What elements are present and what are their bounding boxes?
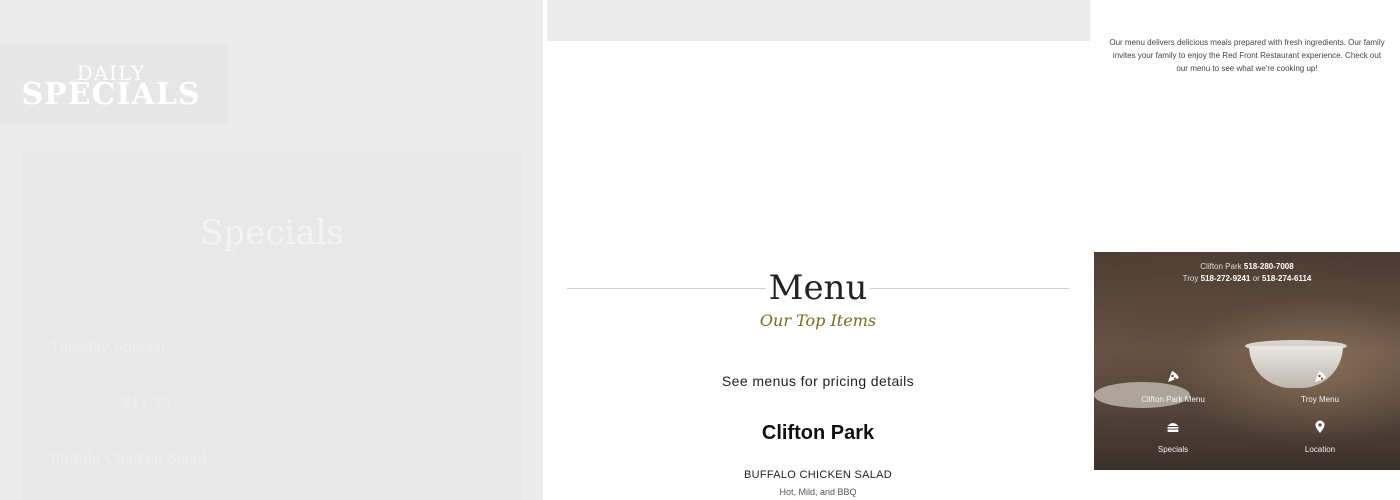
menu-heading: Menu [768, 268, 868, 308]
menu-heading-block: Menu [567, 266, 1069, 310]
clifton-park-menu-link[interactable]: Clifton Park Menu [1098, 370, 1248, 407]
pizza-slice-icon [1168, 371, 1179, 382]
clifton-phone-link[interactable]: 518-280-7008 [1244, 262, 1294, 271]
pizza-slice-icon [1315, 371, 1326, 382]
nav-tile-label: Specials [1157, 445, 1189, 454]
troy-phone-line: Troy 518-272-9241 or 518-274-6114 [1094, 274, 1400, 283]
nav-tile-label: Location [1304, 445, 1336, 454]
or-text: or [1252, 274, 1260, 283]
troy-phone-link-1[interactable]: 518-272-9241 [1201, 274, 1251, 283]
specials-card-title: Specials [200, 213, 344, 253]
troy-phone-link-2[interactable]: 518-274-6114 [1262, 274, 1311, 283]
specials-item-price: $11.95 [122, 395, 171, 411]
specials-item-name: Buffalo Chicken Salad [50, 451, 207, 467]
logo-specials-text: SPECIALS [21, 77, 201, 112]
intro-paragraph: Our menu delivers delicious meals prepar… [1109, 38, 1385, 73]
map-pin-icon [1315, 420, 1325, 433]
daily-specials-column: DAILY SPECIALS Specials Tuesday Special … [0, 0, 543, 500]
troy-menu-link[interactable]: Troy Menu [1245, 370, 1395, 407]
nav-tile-label: Troy Menu [1301, 395, 1339, 404]
location-title: Clifton Park [761, 422, 875, 444]
specials-link[interactable]: Specials [1098, 420, 1248, 457]
nav-tile-label: Clifton Park Menu [1141, 395, 1205, 404]
burger-icon [1167, 423, 1179, 432]
troy-label: Troy [1182, 274, 1199, 283]
location-link[interactable]: Location [1245, 420, 1395, 457]
menu-item-name: BUFFALO CHICKEN SALAD [743, 469, 893, 481]
menu-item-description: Hot, Mild, and BBQ [779, 487, 857, 497]
specials-item-name: Tuesday Special [50, 339, 166, 355]
menu-subheading: Our Top Items [759, 311, 877, 330]
clifton-phone-line: Clifton Park 518-280-7008 [1094, 262, 1400, 271]
clifton-label: Clifton Park [1200, 262, 1242, 271]
quick-links-panel: Clifton Park 518-280-7008 Troy 518-272-9… [1094, 252, 1400, 470]
specials-card: Specials Tuesday Special $11.95 Buffalo … [22, 153, 522, 500]
daily-specials-logo[interactable]: DAILY SPECIALS [0, 44, 228, 124]
column-divider [543, 0, 547, 500]
pricing-note: See menus for pricing details [721, 373, 915, 389]
top-image-band [547, 0, 1090, 41]
